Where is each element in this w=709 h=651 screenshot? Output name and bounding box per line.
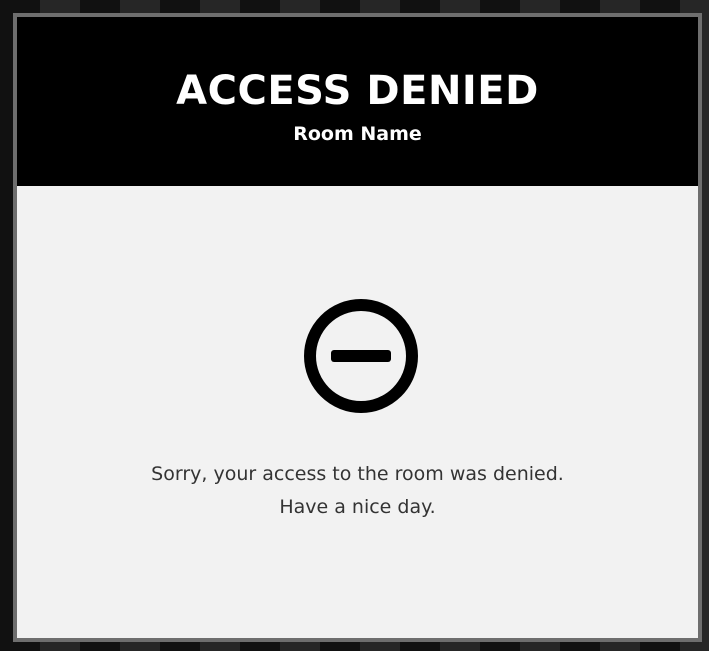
denied-message: Sorry, your access to the room was denie… xyxy=(17,458,698,524)
dialog-header: ACCESS DENIED Room Name xyxy=(17,17,698,186)
denied-message-line-1: Sorry, your access to the room was denie… xyxy=(151,463,564,485)
minus-circle-icon xyxy=(304,299,418,413)
dialog-title: ACCESS DENIED xyxy=(176,68,539,114)
access-denied-dialog: ACCESS DENIED Room Name Sorry, your acce… xyxy=(13,13,702,642)
room-name: Room Name xyxy=(293,123,422,145)
dialog-body: Sorry, your access to the room was denie… xyxy=(17,186,698,638)
denied-message-line-2: Have a nice day. xyxy=(279,496,436,518)
